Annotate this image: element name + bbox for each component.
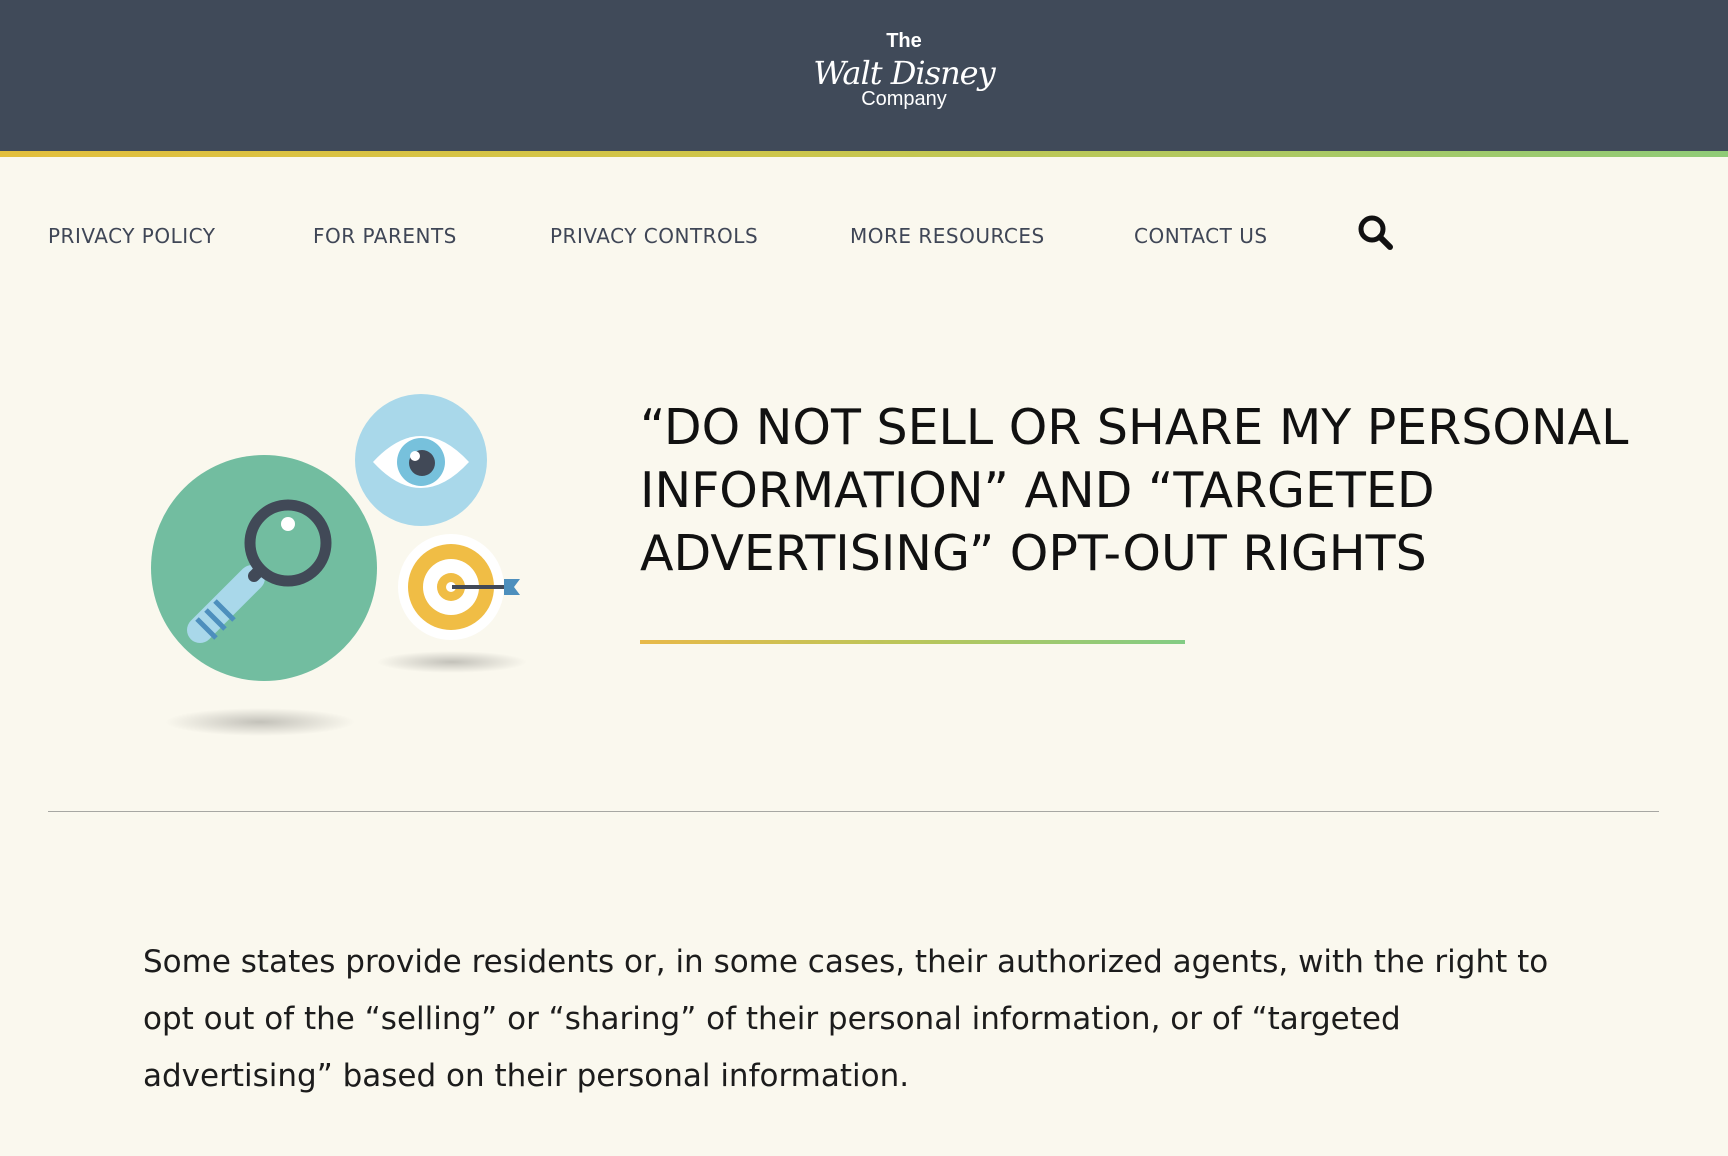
title-underline: [640, 640, 1185, 644]
eye-icon: [355, 394, 487, 526]
page-title: “DO NOT SELL OR SHARE MY PERSONAL INFORM…: [640, 399, 1629, 582]
main-nav: PRIVACY POLICY FOR PARENTS PRIVACY CONTR…: [0, 210, 1728, 270]
nav-for-parents[interactable]: FOR PARENTS: [313, 224, 457, 248]
intro-paragraph: Some states provide residents or, in som…: [143, 944, 1549, 1094]
magnifying-glass-icon: [151, 455, 377, 736]
disney-logo[interactable]: The Walt Disney Company: [804, 26, 1004, 116]
site-header: The Walt Disney Company: [0, 0, 1728, 151]
target-icon: [377, 534, 527, 673]
nav-contact-us[interactable]: CONTACT US: [1134, 224, 1268, 248]
nav-privacy-controls[interactable]: PRIVACY CONTROLS: [550, 224, 758, 248]
section-divider: [48, 811, 1659, 812]
logo-company: Company: [861, 88, 947, 110]
header-stripe: [0, 151, 1728, 157]
logo-the: The: [886, 30, 922, 52]
nav-privacy-policy[interactable]: PRIVACY POLICY: [48, 224, 215, 248]
search-button[interactable]: [1356, 210, 1396, 254]
nav-more-resources[interactable]: MORE RESOURCES: [850, 224, 1045, 248]
hero-illustration: [140, 390, 540, 750]
logo-wordmark: Walt Disney: [813, 54, 995, 92]
search-icon: [1358, 215, 1393, 250]
